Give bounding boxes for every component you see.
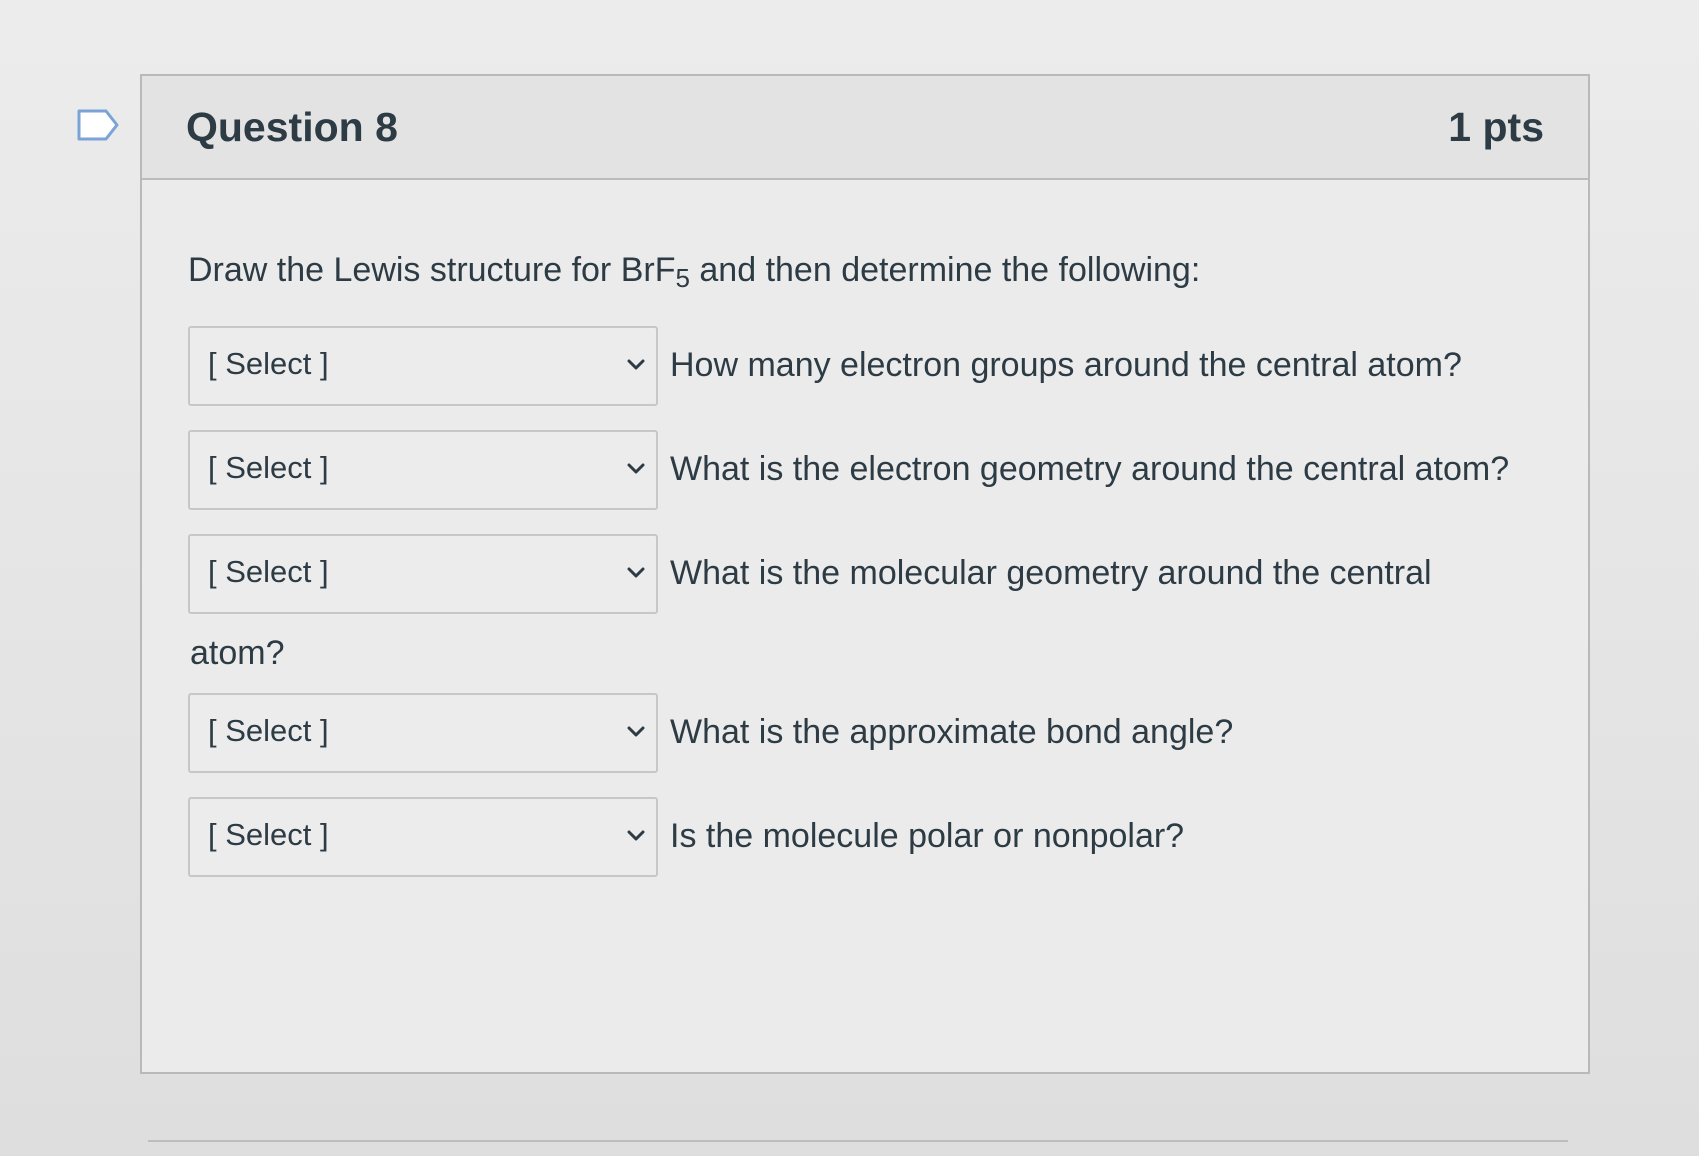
row-question-3-continuation: atom?	[190, 633, 285, 672]
select-value: [ Select ]	[208, 553, 329, 589]
electron-geometry-select[interactable]: [ Select ]	[188, 429, 658, 510]
question-body: Draw the Lewis structure for BrF5 and th…	[188, 248, 1548, 901]
answer-row-4: [ Select ] What is the approximate bond …	[188, 692, 1548, 773]
next-question-card-edge	[148, 1140, 1568, 1156]
flag-question-icon[interactable]	[76, 108, 120, 142]
chevron-down-icon	[627, 359, 645, 370]
chevron-down-icon	[627, 830, 645, 841]
molecular-geometry-select[interactable]: [ Select ]	[188, 533, 658, 614]
row-question-5: Is the molecule polar or nonpolar?	[670, 817, 1185, 856]
prompt-prefix: Draw the Lewis structure for BrF	[188, 251, 676, 289]
row-question-2: What is the electron geometry around the…	[670, 450, 1510, 489]
question-points: 1 pts	[1448, 104, 1544, 150]
select-value: [ Select ]	[208, 345, 329, 381]
question-title: Question 8	[186, 104, 398, 150]
select-value: [ Select ]	[208, 449, 329, 485]
question-prompt: Draw the Lewis structure for BrF5 and th…	[188, 248, 1548, 296]
chevron-down-icon	[627, 567, 645, 578]
electron-groups-select[interactable]: [ Select ]	[188, 325, 658, 406]
question-card: Question 8 1 pts Draw the Lewis structur…	[140, 74, 1590, 1074]
answer-row-5: [ Select ] Is the molecule polar or nonp…	[188, 796, 1548, 877]
prompt-suffix: and then determine the following:	[689, 251, 1201, 289]
question-header: Question 8 1 pts	[142, 76, 1588, 180]
quiz-page: Question 8 1 pts Draw the Lewis structur…	[0, 0, 1699, 1156]
answer-row-1: [ Select ] How many electron groups arou…	[188, 325, 1548, 406]
chevron-down-icon	[627, 726, 645, 737]
bond-angle-select[interactable]: [ Select ]	[188, 692, 658, 773]
polarity-select[interactable]: [ Select ]	[188, 796, 658, 877]
select-value: [ Select ]	[208, 712, 329, 748]
select-value: [ Select ]	[208, 816, 329, 852]
prompt-subscript: 5	[675, 263, 690, 293]
row-question-1: How many electron groups around the cent…	[670, 346, 1462, 385]
row-question-3: What is the molecular geometry around th…	[670, 554, 1432, 593]
chevron-down-icon	[627, 463, 645, 474]
answer-row-2: [ Select ] What is the electron geometry…	[188, 429, 1548, 510]
answer-row-3: [ Select ] What is the molecular geometr…	[188, 533, 1548, 614]
row-question-4: What is the approximate bond angle?	[670, 713, 1234, 752]
